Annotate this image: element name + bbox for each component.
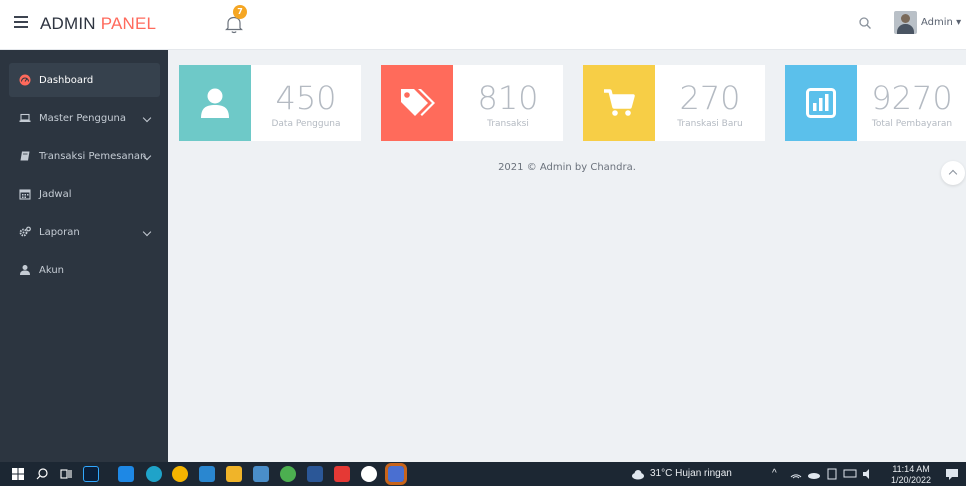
chevron-down-icon [142,227,152,237]
chevron-up-icon[interactable]: ^ [772,468,777,479]
main-content: 450 Data Pengguna 810 Transaksi 270 Tran… [168,50,966,462]
network-icon[interactable] [788,466,804,482]
sidebar-item-label: Jadwal [39,188,72,200]
scroll-to-top-button[interactable] [941,161,965,185]
hamburger-menu-icon[interactable] [14,16,28,28]
user-icon [20,265,30,275]
windows-start-icon[interactable] [10,466,26,482]
chevron-down-icon [142,113,152,123]
display-icon[interactable] [842,466,858,482]
stat-value: 810 [477,79,539,117]
photoshop-icon[interactable] [83,466,99,482]
stat-label: Transkasi Baru [677,119,743,129]
file-explorer-icon[interactable] [226,466,242,482]
sidebar-item-label: Dashboard [39,74,94,86]
star-app-icon[interactable] [334,466,350,482]
tags-icon [381,65,453,141]
sidebar-item-label: Transaksi Pemesanan [39,150,147,162]
brand-text-panel: PANEL [100,14,157,33]
chevron-down-icon: ▾ [956,17,962,28]
search-icon[interactable] [34,466,50,482]
user-menu[interactable]: Admin ▾ [921,17,961,28]
onedrive-icon[interactable] [806,466,822,482]
brand-logo[interactable]: ADMIN PANEL [40,14,156,34]
user-icon [179,65,251,141]
stat-value: 450 [275,79,337,117]
stat-card-total-pembayaran[interactable]: 9270 Total Pembayaran [785,65,966,141]
stat-value: 270 [679,79,741,117]
sidebar-item-label: Laporan [39,226,80,238]
sidebar-item-master-pengguna[interactable]: Master Pengguna [9,101,160,135]
stat-label: Transaksi [487,119,529,129]
clock-date: 1/20/2022 [891,475,932,485]
hs-app-icon[interactable] [280,466,296,482]
battery-icon[interactable] [824,466,840,482]
chrome-icon[interactable] [172,466,188,482]
sidebar-item-jadwal[interactable]: Jadwal [9,177,160,211]
cogs-icon [19,226,31,237]
stat-card-transaksi[interactable]: 810 Transaksi [381,65,563,141]
footer-copyright: 2021 © Admin by Chandra. [498,162,636,173]
book-icon [20,151,30,161]
windows-taskbar: 31°C Hujan ringan ^ 11:14 AM 1/20/2022 [0,462,966,486]
app-icon[interactable] [253,466,269,482]
stat-card-data-pengguna[interactable]: 450 Data Pengguna [179,65,361,141]
app-icon[interactable] [385,463,407,485]
sidebar-item-label: Master Pengguna [39,112,126,124]
clock-time: 11:14 AM [892,464,930,474]
stat-label: Data Pengguna [271,119,341,129]
weather-cloud-icon [632,470,644,480]
word-icon[interactable] [307,466,323,482]
vscode-icon[interactable] [199,466,215,482]
top-navbar: ADMIN PANEL 7 Admin ▾ [0,0,966,50]
laptop-icon [19,113,31,122]
notification-center-icon[interactable] [944,466,960,482]
bar-chart-icon [785,65,857,141]
stat-card-transaksi-baru[interactable]: 270 Transkasi Baru [583,65,765,141]
calendar-icon [19,189,31,200]
user-avatar[interactable] [894,11,917,34]
cart-icon [583,65,655,141]
sidebar-item-dashboard[interactable]: Dashboard [9,63,160,97]
search-icon[interactable] [858,16,872,30]
weather-text[interactable]: 31°C Hujan ringan [650,468,732,479]
sidebar-item-akun[interactable]: Akun [9,253,160,287]
taskbar-clock[interactable]: 11:14 AM 1/20/2022 [891,464,931,486]
sidebar: Dashboard Master Pengguna Transaksi Peme… [0,50,168,462]
task-view-icon[interactable] [58,466,74,482]
volume-icon[interactable] [860,466,876,482]
sidebar-item-label: Akun [39,264,64,276]
mail-icon[interactable] [118,466,134,482]
smiley-app-icon[interactable] [361,466,377,482]
brand-text-admin: ADMIN [40,14,96,33]
edge-icon[interactable] [146,466,162,482]
notification-badge: 7 [233,5,247,19]
stat-value: 9270 [871,79,953,117]
user-name-label: Admin [921,17,953,28]
dashboard-icon [19,74,31,86]
sidebar-item-transaksi-pemesanan[interactable]: Transaksi Pemesanan [9,139,160,173]
sidebar-item-laporan[interactable]: Laporan [9,215,160,249]
stat-label: Total Pembayaran [871,119,953,129]
